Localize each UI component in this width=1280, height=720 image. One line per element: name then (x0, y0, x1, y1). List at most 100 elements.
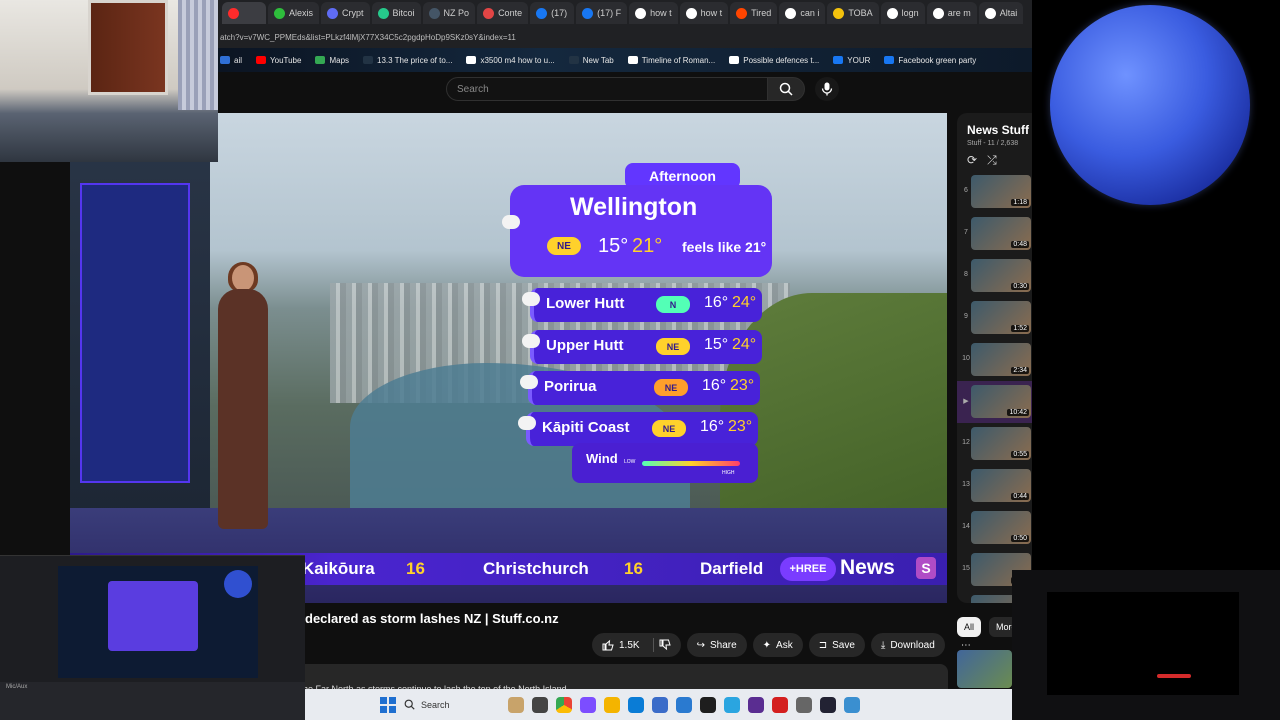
news-logo: News (840, 556, 895, 579)
bookmark-label: Possible defences t... (743, 55, 820, 65)
browser-tab[interactable]: (17) (530, 2, 575, 24)
obs-preview (58, 566, 258, 678)
ticker-temp-2: 16 (624, 559, 643, 578)
browser-tab[interactable]: are m (926, 2, 977, 24)
browser-tab[interactable]: how t (629, 2, 678, 24)
bookmark-item[interactable]: YouTube (256, 56, 301, 65)
widget-icon[interactable] (508, 696, 524, 713)
bookmark-item[interactable]: Timeline of Roman... (627, 56, 715, 65)
bookmark-label: ail (234, 55, 243, 65)
wind-low-label: LOW (624, 459, 636, 465)
voice-search-button[interactable] (815, 77, 839, 101)
share-label: Share (709, 639, 737, 651)
video-actions: 1.5K ↪ Share ✦ Ask ⊐ Save ⤓ Download ⋯ (592, 633, 981, 657)
duration-badge: 0:48 (1011, 241, 1029, 248)
bookmark-item[interactable]: 13.3 The price of to... (363, 56, 452, 65)
wind-direction-badge: N (656, 296, 690, 313)
browser-tab[interactable]: Crypt (321, 2, 370, 24)
tab-favicon-icon (377, 7, 389, 19)
playlist-thumbnail: 0:50 (971, 511, 1031, 544)
wind-direction-badge: NE (654, 379, 688, 396)
loop-icon[interactable]: ⟳ (967, 153, 977, 168)
tab-label: Alexis (289, 8, 314, 18)
bookmark-item[interactable]: Facebook green party (884, 56, 976, 65)
browser-tab[interactable]: Altai (978, 2, 1024, 24)
duration-badge: 0:55 (1011, 451, 1029, 458)
browser-tab[interactable]: Alexis (268, 2, 320, 24)
bookmark-item[interactable]: Possible defences t... (729, 56, 819, 65)
bookmark-icon (884, 56, 895, 64)
browser-tab[interactable]: TOBA (827, 2, 879, 24)
high-temp: 21° (632, 235, 663, 257)
forecast-row: Kāpiti Coast NE 16° 23° (518, 412, 758, 446)
chrome-icon[interactable] (556, 696, 572, 713)
tab-favicon-icon (582, 7, 594, 19)
thumbs-down-icon[interactable] (659, 639, 671, 651)
browser-tab[interactable]: NZ Po (422, 2, 476, 24)
video-player[interactable]: Afternoon Wellington NE 15° 21° feels li… (70, 113, 947, 603)
windows-taskbar: Search (305, 689, 1012, 720)
browser-tab[interactable]: how t (679, 2, 729, 24)
tab-label: how t (700, 8, 723, 18)
download-button[interactable]: ⤓ Download (870, 633, 945, 657)
address-bar[interactable]: atch?v=v7WC_PPMEds&list=PLkzf4lMjX77X34C… (218, 26, 1032, 48)
bookmark-item[interactable]: x3500 m4 how to u... (466, 56, 555, 65)
playlist-title[interactable]: News Stuff (967, 123, 1029, 137)
windows-start-icon[interactable] (380, 696, 396, 713)
browser-tab[interactable]: logn (880, 2, 925, 24)
low-temp: 15° (704, 336, 729, 353)
browser-tab[interactable] (222, 2, 266, 24)
app-icon[interactable] (652, 696, 668, 713)
partly-cloudy-icon (502, 215, 520, 229)
tab-label: Tired (751, 8, 772, 18)
browser-tab[interactable]: can i (779, 2, 826, 24)
search-input[interactable]: Search (446, 77, 768, 101)
browser-tab[interactable]: Bitcoi (371, 2, 421, 24)
tab-favicon-icon (428, 7, 440, 19)
tab-label: TOBA (848, 8, 873, 18)
bookmark-item[interactable]: New Tab (568, 56, 614, 65)
tab-favicon-icon (785, 7, 797, 19)
bookmark-icon (315, 56, 326, 64)
bookmark-item[interactable]: ail (220, 56, 242, 65)
studio-screen (80, 183, 190, 483)
store-icon[interactable] (676, 696, 692, 713)
bookmark-label: YouTube (270, 55, 302, 65)
obs-preview-graphic (108, 581, 198, 651)
search-button[interactable] (767, 77, 805, 101)
share-button[interactable]: ↪ Share (686, 633, 747, 657)
three-logo: +HREE (780, 557, 836, 581)
shuffle-icon[interactable]: ⤮ (987, 153, 997, 168)
chip-all[interactable]: All (957, 617, 982, 637)
telegram-icon[interactable] (724, 696, 740, 713)
tab-favicon-icon (833, 7, 845, 19)
taskbar-search[interactable]: Search (404, 699, 500, 710)
app-icon[interactable] (580, 696, 596, 713)
recommended-thumbnail[interactable] (957, 650, 1012, 688)
edge-icon[interactable] (628, 696, 644, 713)
tab-favicon-icon (536, 7, 548, 19)
wind-scale: Wind LOW HIGH (572, 443, 758, 483)
settings-icon[interactable] (796, 696, 812, 713)
bookmark-item[interactable]: YOUR (833, 56, 870, 65)
save-button[interactable]: ⊐ Save (808, 633, 865, 657)
tab-label: Bitcoi (392, 8, 415, 18)
app-icon[interactable] (844, 696, 860, 713)
task-view-icon[interactable] (532, 696, 548, 713)
bookmark-item[interactable]: Maps (315, 56, 349, 65)
obs-icon[interactable] (820, 696, 836, 713)
ask-button[interactable]: ✦ Ask (752, 633, 803, 657)
browser-tab[interactable]: Tired (730, 2, 778, 24)
like-button[interactable]: 1.5K (592, 633, 681, 657)
tab-favicon-icon (685, 7, 697, 19)
app-icon[interactable] (748, 696, 764, 713)
tab-label: Altai (999, 8, 1018, 18)
low-temp: 15° (598, 235, 629, 257)
app-icon[interactable] (700, 696, 716, 713)
browser-tab[interactable]: (17) F (576, 2, 628, 24)
browser-tab[interactable]: Conte (477, 2, 529, 24)
obs-preview-planet (224, 570, 252, 598)
file-explorer-icon[interactable] (604, 696, 620, 713)
app-icon[interactable] (772, 696, 788, 713)
bookmark-label: Maps (329, 55, 350, 65)
